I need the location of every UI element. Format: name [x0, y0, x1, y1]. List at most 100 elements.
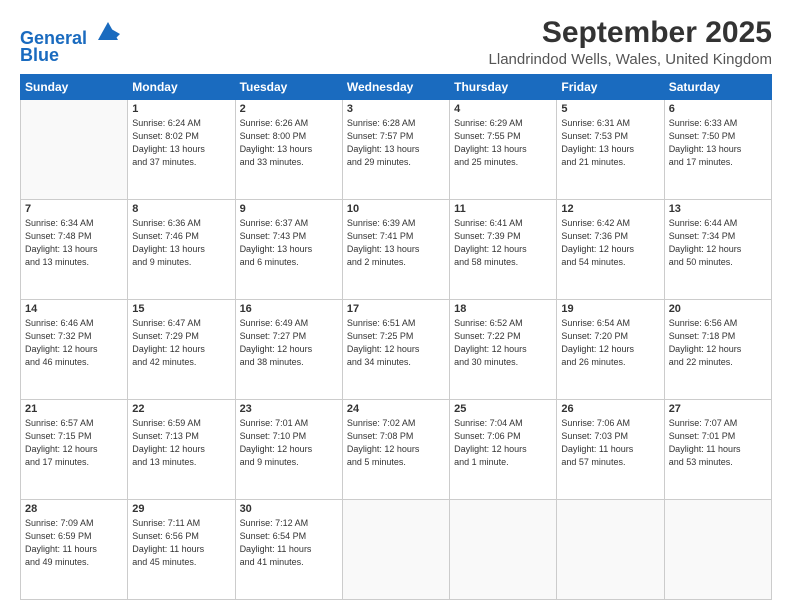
table-row: 27 Sunrise: 7:07 AMSunset: 7:01 PMDayligh…: [664, 400, 771, 500]
table-row: 28 Sunrise: 7:09 AMSunset: 6:59 PMDayligh…: [21, 500, 128, 600]
day-info: Sunrise: 6:47 AMSunset: 7:29 PMDaylight:…: [132, 317, 230, 369]
table-row: 29 Sunrise: 7:11 AMSunset: 6:56 PMDayligh…: [128, 500, 235, 600]
day-info: Sunrise: 7:06 AMSunset: 7:03 PMDaylight:…: [561, 417, 659, 469]
day-number: 15: [132, 303, 230, 315]
table-row: 3Sunrise: 6:28 AMSunset: 7:57 PMDaylight…: [342, 100, 449, 200]
table-row: 12 Sunrise: 6:42 AMSunset: 7:36 PMDayligh…: [557, 200, 664, 300]
day-info: Sunrise: 6:49 AMSunset: 7:27 PMDaylight:…: [240, 317, 338, 369]
header: General Blue September 2025 Llandrindod …: [20, 16, 772, 68]
day-info: Sunrise: 7:01 AMSunset: 7:10 PMDaylight:…: [240, 417, 338, 469]
day-number: 30: [240, 503, 338, 515]
day-info: Sunrise: 7:12 AMSunset: 6:54 PMDaylight:…: [240, 517, 338, 569]
table-row: 25Sunrise: 7:04 AMSunset: 7:06 PMDayligh…: [450, 400, 557, 500]
day-info: Sunrise: 6:57 AMSunset: 7:15 PMDaylight:…: [25, 417, 123, 469]
table-row: 21 Sunrise: 6:57 AMSunset: 7:15 PMDayligh…: [21, 400, 128, 500]
day-number: 19: [561, 303, 659, 315]
table-row: 11Sunrise: 6:41 AMSunset: 7:39 PMDayligh…: [450, 200, 557, 300]
table-row: 10 Sunrise: 6:39 AMSunset: 7:41 PMDayligh…: [342, 200, 449, 300]
day-info: Sunrise: 6:29 AMSunset: 7:55 PMDaylight:…: [454, 117, 552, 169]
calendar-header-row: Sunday Monday Tuesday Wednesday Thursday…: [21, 75, 772, 100]
day-number: 9: [240, 203, 338, 215]
day-info: Sunrise: 6:26 AMSunset: 8:00 PMDaylight:…: [240, 117, 338, 169]
table-row: [557, 500, 664, 600]
table-row: 5 Sunrise: 6:31 AMSunset: 7:53 PMDaylight…: [557, 100, 664, 200]
day-info: Sunrise: 6:33 AMSunset: 7:50 PMDaylight:…: [669, 117, 767, 169]
table-row: 9 Sunrise: 6:37 AMSunset: 7:43 PMDaylight…: [235, 200, 342, 300]
day-number: 8: [132, 203, 230, 215]
day-number: 26: [561, 403, 659, 415]
table-row: 20 Sunrise: 6:56 AMSunset: 7:18 PMDayligh…: [664, 300, 771, 400]
day-info: Sunrise: 6:44 AMSunset: 7:34 PMDaylight:…: [669, 217, 767, 269]
day-info: Sunrise: 7:02 AMSunset: 7:08 PMDaylight:…: [347, 417, 445, 469]
col-monday: Monday: [128, 75, 235, 100]
day-number: 28: [25, 503, 123, 515]
table-row: 23 Sunrise: 7:01 AMSunset: 7:10 PMDayligh…: [235, 400, 342, 500]
col-saturday: Saturday: [664, 75, 771, 100]
day-number: 18: [454, 303, 552, 315]
day-info: Sunrise: 6:31 AMSunset: 7:53 PMDaylight:…: [561, 117, 659, 169]
day-number: 24: [347, 403, 445, 415]
title-area: September 2025 Llandrindod Wells, Wales,…: [489, 16, 772, 68]
day-info: Sunrise: 6:56 AMSunset: 7:18 PMDaylight:…: [669, 317, 767, 369]
day-number: 7: [25, 203, 123, 215]
day-number: 2: [240, 103, 338, 115]
table-row: 17Sunrise: 6:51 AMSunset: 7:25 PMDayligh…: [342, 300, 449, 400]
table-row: 13 Sunrise: 6:44 AMSunset: 7:34 PMDayligh…: [664, 200, 771, 300]
table-row: [450, 500, 557, 600]
day-info: Sunrise: 6:37 AMSunset: 7:43 PMDaylight:…: [240, 217, 338, 269]
day-number: 23: [240, 403, 338, 415]
col-thursday: Thursday: [450, 75, 557, 100]
page: General Blue September 2025 Llandrindod …: [0, 0, 792, 612]
calendar-table: Sunday Monday Tuesday Wednesday Thursday…: [20, 74, 772, 600]
logo-text: General: [20, 16, 122, 49]
day-info: Sunrise: 6:51 AMSunset: 7:25 PMDaylight:…: [347, 317, 445, 369]
col-friday: Friday: [557, 75, 664, 100]
day-info: Sunrise: 6:54 AMSunset: 7:20 PMDaylight:…: [561, 317, 659, 369]
main-title: September 2025: [489, 16, 772, 49]
day-info: Sunrise: 7:04 AMSunset: 7:06 PMDaylight:…: [454, 417, 552, 469]
day-number: 29: [132, 503, 230, 515]
day-number: 4: [454, 103, 552, 115]
day-info: Sunrise: 6:34 AMSunset: 7:48 PMDaylight:…: [25, 217, 123, 269]
table-row: 15 Sunrise: 6:47 AMSunset: 7:29 PMDayligh…: [128, 300, 235, 400]
table-row: [342, 500, 449, 600]
day-info: Sunrise: 7:07 AMSunset: 7:01 PMDaylight:…: [669, 417, 767, 469]
day-number: 13: [669, 203, 767, 215]
day-number: 10: [347, 203, 445, 215]
day-info: Sunrise: 6:24 AMSunset: 8:02 PMDaylight:…: [132, 117, 230, 169]
table-row: [664, 500, 771, 600]
day-number: 22: [132, 403, 230, 415]
table-row: 8 Sunrise: 6:36 AMSunset: 7:46 PMDaylight…: [128, 200, 235, 300]
table-row: 2 Sunrise: 6:26 AMSunset: 8:00 PMDaylight…: [235, 100, 342, 200]
col-sunday: Sunday: [21, 75, 128, 100]
table-row: 19 Sunrise: 6:54 AMSunset: 7:20 PMDayligh…: [557, 300, 664, 400]
day-number: 16: [240, 303, 338, 315]
day-number: 20: [669, 303, 767, 315]
logo: General Blue: [20, 16, 122, 66]
day-number: 6: [669, 103, 767, 115]
table-row: 16 Sunrise: 6:49 AMSunset: 7:27 PMDayligh…: [235, 300, 342, 400]
table-row: 26 Sunrise: 7:06 AMSunset: 7:03 PMDayligh…: [557, 400, 664, 500]
day-number: 21: [25, 403, 123, 415]
table-row: 1Sunrise: 6:24 AMSunset: 8:02 PMDaylight…: [128, 100, 235, 200]
table-row: 30 Sunrise: 7:12 AMSunset: 6:54 PMDayligh…: [235, 500, 342, 600]
day-info: Sunrise: 6:52 AMSunset: 7:22 PMDaylight:…: [454, 317, 552, 369]
subtitle: Llandrindod Wells, Wales, United Kingdom: [489, 51, 772, 68]
day-number: 5: [561, 103, 659, 115]
day-info: Sunrise: 6:36 AMSunset: 7:46 PMDaylight:…: [132, 217, 230, 269]
day-info: Sunrise: 7:11 AMSunset: 6:56 PMDaylight:…: [132, 517, 230, 569]
table-row: 18 Sunrise: 6:52 AMSunset: 7:22 PMDayligh…: [450, 300, 557, 400]
day-number: 11: [454, 203, 552, 215]
day-info: Sunrise: 7:09 AMSunset: 6:59 PMDaylight:…: [25, 517, 123, 569]
table-row: 6 Sunrise: 6:33 AMSunset: 7:50 PMDaylight…: [664, 100, 771, 200]
table-row: 4 Sunrise: 6:29 AMSunset: 7:55 PMDaylight…: [450, 100, 557, 200]
day-number: 27: [669, 403, 767, 415]
day-info: Sunrise: 6:42 AMSunset: 7:36 PMDaylight:…: [561, 217, 659, 269]
table-row: 24 Sunrise: 7:02 AMSunset: 7:08 PMDayligh…: [342, 400, 449, 500]
day-number: 12: [561, 203, 659, 215]
day-info: Sunrise: 6:59 AMSunset: 7:13 PMDaylight:…: [132, 417, 230, 469]
day-number: 3: [347, 103, 445, 115]
table-row: 14Sunrise: 6:46 AMSunset: 7:32 PMDayligh…: [21, 300, 128, 400]
day-info: Sunrise: 6:39 AMSunset: 7:41 PMDaylight:…: [347, 217, 445, 269]
table-row: [21, 100, 128, 200]
